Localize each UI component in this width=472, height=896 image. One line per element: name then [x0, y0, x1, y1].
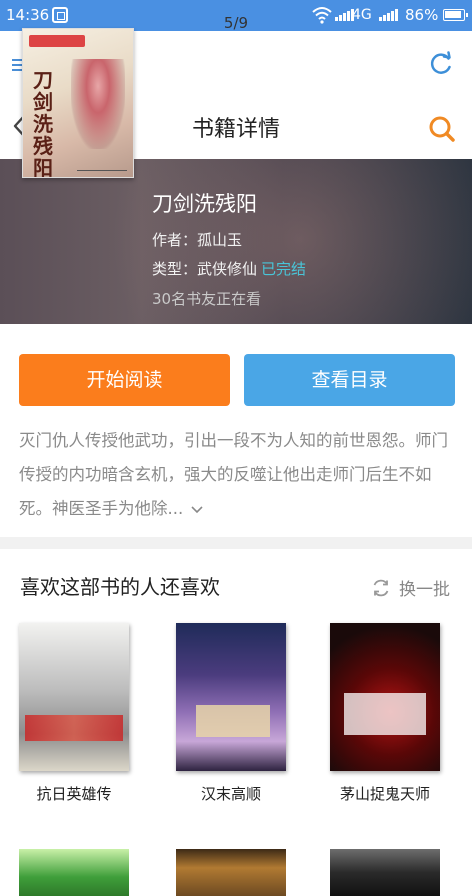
- start-reading-button[interactable]: 开始阅读: [19, 354, 230, 406]
- recommended-book-cover: [176, 623, 286, 771]
- battery-percent: 86%: [405, 6, 439, 24]
- book-synopsis[interactable]: 灭门仇人传授他武功，引出一段不为人知的前世恩怨。师门传授的内功暗含玄机，强大的反…: [19, 424, 457, 528]
- recommendations-title: 喜欢这部书的人还喜欢: [20, 575, 220, 599]
- refresh-icon: [373, 579, 389, 596]
- cover-title: 刀剑洗残阳: [33, 68, 53, 178]
- reader-count: 30名书友正在看: [152, 290, 262, 308]
- recommended-book-cover: [19, 623, 129, 771]
- refresh-batch-button[interactable]: 换一批: [371, 575, 450, 600]
- completion-status: 已完结: [261, 260, 307, 278]
- book-type: 类型：武侠修仙 已完结: [152, 258, 306, 279]
- refresh-icon[interactable]: [428, 51, 454, 77]
- recommended-book-cover[interactable]: [19, 849, 129, 896]
- book-genre: 类型：武侠修仙: [152, 260, 258, 278]
- status-bar: 14:36 5/9 4G 86%: [0, 0, 472, 32]
- chevron-down-icon[interactable]: [187, 503, 203, 518]
- book-author: 作者：孤山玉: [152, 231, 243, 249]
- search-icon[interactable]: [428, 115, 456, 143]
- signal-icon: [379, 9, 398, 21]
- recommended-book-cover[interactable]: [330, 849, 440, 896]
- recommended-book-cover[interactable]: [176, 849, 286, 896]
- book-cover: 刀剑洗残阳: [22, 28, 134, 178]
- cover-figure: [71, 59, 125, 149]
- battery-icon: [443, 9, 468, 21]
- recommended-book[interactable]: 茅山捉鬼天师: [320, 623, 450, 804]
- cover-signature: [77, 161, 127, 171]
- synopsis-text: 灭门仇人传授他武功，引出一段不为人知的前世恩怨。师门传授的内功暗含玄机，强大的反…: [19, 431, 448, 518]
- network-type: 4G: [352, 7, 372, 23]
- recommended-book[interactable]: 汉末高顺: [166, 623, 296, 804]
- wifi-icon: [312, 7, 332, 24]
- view-toc-button[interactable]: 查看目录: [244, 354, 455, 406]
- recommended-book-cover: [330, 623, 440, 771]
- section-divider: [0, 537, 472, 549]
- recommended-book-title: 汉末高顺: [200, 785, 261, 803]
- publisher-tag: [29, 35, 85, 47]
- recommended-book[interactable]: 抗日英雄传: [9, 623, 139, 804]
- recommended-book-title: 茅山捉鬼天师: [339, 785, 430, 803]
- refresh-batch-label: 换一批: [399, 580, 450, 600]
- book-title: 刀剑洗残阳: [152, 192, 257, 216]
- recommended-book-title: 抗日英雄传: [36, 785, 112, 803]
